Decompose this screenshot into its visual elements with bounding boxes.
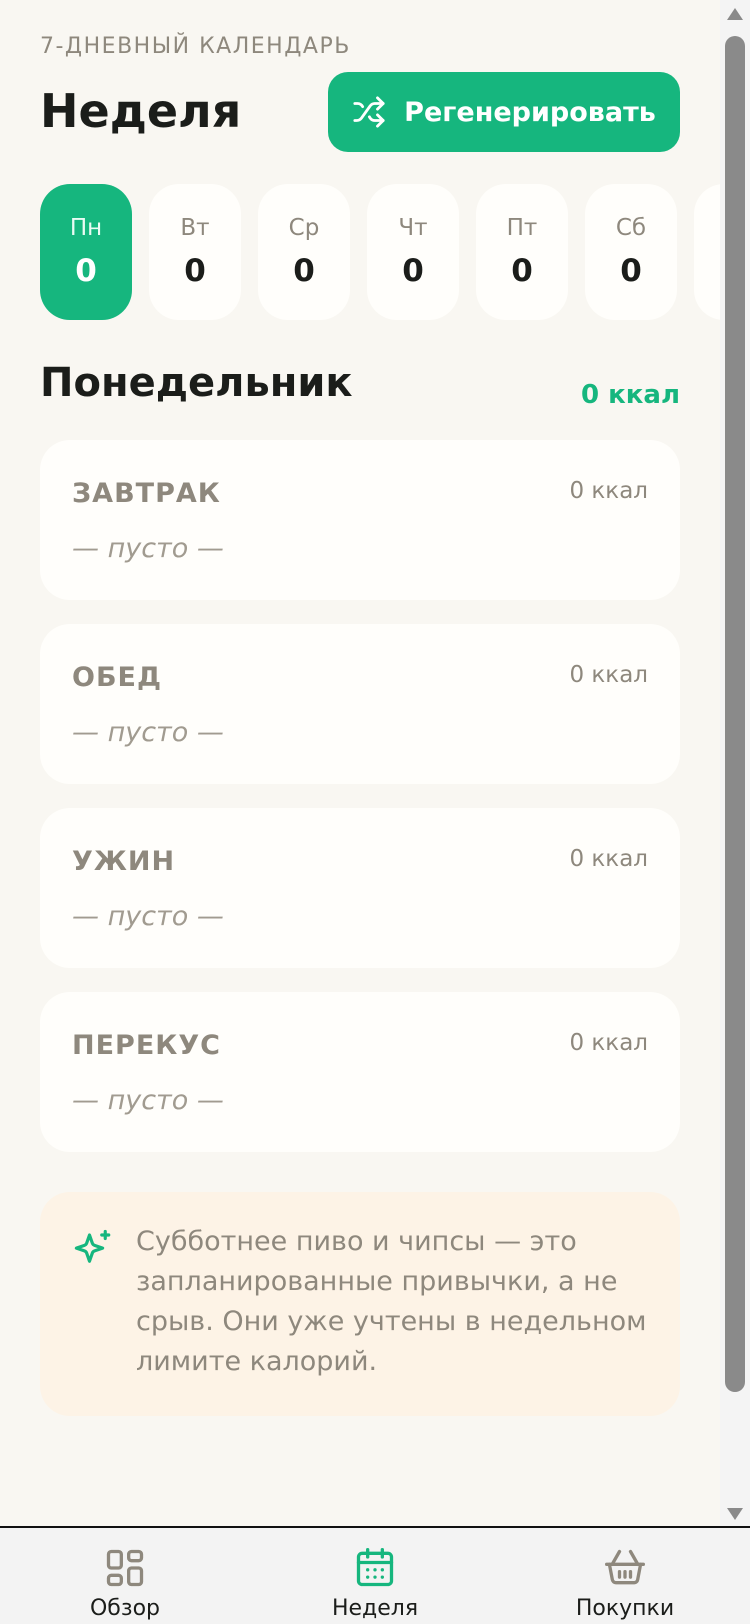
meal-empty-text: — пусто — bbox=[72, 717, 224, 748]
meal-kcal: 0 ккал bbox=[569, 846, 648, 872]
day-chip-sat[interactable]: Сб 0 bbox=[585, 184, 677, 320]
day-label: Ср bbox=[288, 215, 320, 241]
day-kcal: 0 bbox=[511, 253, 533, 289]
page-title: Неделя bbox=[40, 84, 242, 138]
day-chip-tue[interactable]: Вт 0 bbox=[149, 184, 241, 320]
day-chip-wed[interactable]: Ср 0 bbox=[258, 184, 350, 320]
day-kcal: 0 bbox=[620, 253, 642, 289]
selected-day-total: 0 ккал bbox=[580, 380, 680, 410]
sparkles-icon bbox=[74, 1229, 111, 1263]
meal-kcal: 0 ккал bbox=[569, 1030, 648, 1056]
meal-card-dinner[interactable]: УЖИН 0 ккал — пусто — bbox=[40, 808, 680, 968]
day-label: Сб bbox=[615, 215, 647, 241]
regenerate-button[interactable]: Регенерировать bbox=[328, 72, 680, 152]
week-screen: 7-ДНЕВНЫЙ КАЛЕНДАРЬ Неделя Регенерироват… bbox=[0, 0, 720, 1528]
bottom-tab-bar: Обзор Неделя Покупки bbox=[0, 1526, 750, 1624]
scroll-up-arrow[interactable] bbox=[727, 8, 743, 20]
meal-card-snack[interactable]: ПЕРЕКУС 0 ккал — пусто — bbox=[40, 992, 680, 1152]
scroll-down-arrow[interactable] bbox=[727, 1508, 743, 1520]
scrollbar-thumb[interactable] bbox=[725, 36, 745, 1392]
day-chip-mon[interactable]: Пн 0 bbox=[40, 184, 132, 320]
tab-label: Неделя bbox=[331, 1596, 419, 1621]
meal-name: ОБЕД bbox=[72, 662, 163, 693]
shuffle-icon bbox=[353, 96, 385, 128]
tip-card: Субботнее пиво и чипсы — это запланирова… bbox=[40, 1192, 680, 1416]
tab-label: Покупки bbox=[575, 1596, 675, 1621]
day-selector: Пн 0 Вт 0 Ср 0 Чт 0 Пт 0 Сб 0 bbox=[40, 184, 720, 320]
day-label: Пн bbox=[69, 215, 103, 241]
meal-kcal: 0 ккал bbox=[569, 478, 648, 504]
meal-name: ЗАВТРАК bbox=[72, 478, 221, 509]
day-kcal: 0 bbox=[75, 253, 97, 289]
day-chip-thu[interactable]: Чт 0 bbox=[367, 184, 459, 320]
scrollbar[interactable] bbox=[720, 0, 750, 1528]
day-label: Чт bbox=[398, 215, 428, 241]
day-label: Пт bbox=[506, 215, 538, 241]
tip-text: Субботнее пиво и чипсы — это запланирова… bbox=[136, 1226, 647, 1377]
meal-name: УЖИН bbox=[72, 846, 176, 877]
meal-name: ПЕРЕКУС bbox=[72, 1030, 221, 1061]
day-kcal: 0 bbox=[184, 253, 206, 289]
day-kcal: 0 bbox=[293, 253, 315, 289]
day-label: Вт bbox=[180, 215, 210, 241]
tab-label: Обзор bbox=[89, 1596, 160, 1621]
meal-kcal: 0 ккал bbox=[569, 662, 648, 688]
meal-card-breakfast[interactable]: ЗАВТРАК 0 ккал — пусто — bbox=[40, 440, 680, 600]
tab-week[interactable]: Неделя bbox=[265, 1528, 485, 1624]
page-kicker: 7-ДНЕВНЫЙ КАЛЕНДАРЬ bbox=[40, 34, 351, 59]
meal-empty-text: — пусто — bbox=[72, 1085, 224, 1116]
meal-card-lunch[interactable]: ОБЕД 0 ккал — пусто — bbox=[40, 624, 680, 784]
tab-shopping[interactable]: Покупки bbox=[515, 1528, 735, 1624]
day-kcal: 0 bbox=[402, 253, 424, 289]
regenerate-label: Регенерировать bbox=[404, 96, 656, 128]
basket-icon bbox=[605, 1549, 645, 1585]
day-chip-sun-partial[interactable] bbox=[694, 184, 720, 320]
day-chip-fri[interactable]: Пт 0 bbox=[476, 184, 568, 320]
calendar-icon bbox=[356, 1548, 394, 1587]
meal-empty-text: — пусто — bbox=[72, 901, 224, 932]
grid-icon bbox=[106, 1549, 144, 1587]
tab-overview[interactable]: Обзор bbox=[15, 1528, 235, 1624]
meal-empty-text: — пусто — bbox=[72, 533, 224, 564]
selected-day-title: Понедельник bbox=[40, 360, 353, 406]
